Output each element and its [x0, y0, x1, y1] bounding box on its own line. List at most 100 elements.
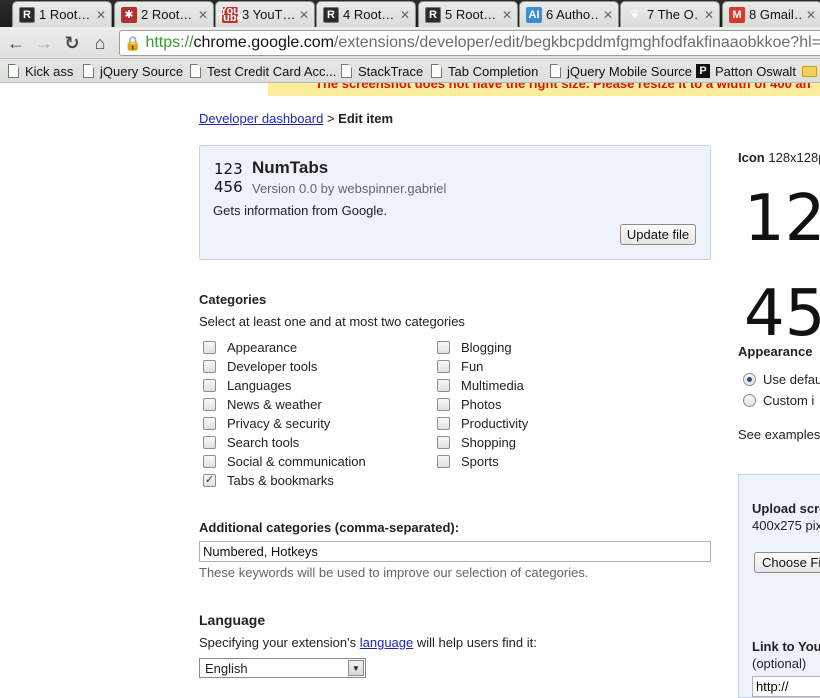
page-icon	[83, 64, 94, 78]
checkbox[interactable]	[437, 454, 450, 468]
category-checkbox[interactable]: Appearance	[203, 339, 297, 355]
link-title: Link to You	[752, 639, 820, 654]
bookmark[interactable]: Tab Completion	[431, 62, 538, 80]
reload-icon[interactable]: ↻	[60, 31, 84, 55]
checkbox[interactable]	[203, 340, 216, 354]
tab-strip: R 1 Root… ✕ ✱ 2 Root… ✕ You Tube 3 YouT… …	[0, 0, 820, 27]
close-icon[interactable]: ✕	[95, 8, 107, 22]
developer-dashboard-link[interactable]: Developer dashboard	[199, 111, 323, 126]
category-checkbox[interactable]: Privacy & security	[203, 415, 330, 431]
page-icon	[341, 64, 352, 78]
close-icon[interactable]: ✕	[703, 8, 715, 22]
checkbox[interactable]	[437, 435, 450, 449]
radio-label: Custom i	[763, 392, 815, 408]
gmail-icon: M	[729, 6, 745, 23]
language-selected-value: English	[205, 660, 248, 676]
url-host: chrome.google.com	[193, 34, 334, 51]
checkbox[interactable]	[437, 340, 450, 354]
additional-categories-input[interactable]	[199, 541, 711, 562]
category-label: Sports	[461, 453, 499, 469]
browser-tab[interactable]: M 8 Gmail… ✕	[722, 1, 820, 27]
category-checkbox[interactable]: Productivity	[437, 415, 528, 431]
checkbox-checked[interactable]: ✓	[203, 473, 216, 487]
checkbox[interactable]	[203, 416, 216, 430]
bookmark[interactable]: Kick ass	[8, 62, 73, 80]
youtube-icon: You Tube	[217, 4, 243, 24]
bookmark-label: StackTrace	[358, 63, 424, 79]
browser-tab[interactable]: ✱ 2 Root… ✕	[114, 1, 214, 27]
category-checkbox[interactable]: ✓ Tabs & bookmarks	[203, 472, 334, 488]
bookmark[interactable]: Test Credit Card Acc...	[190, 62, 336, 80]
address-bar[interactable]: 🔒 https://chrome.google.com/extensions/d…	[119, 30, 820, 56]
radio[interactable]	[743, 393, 756, 407]
icon-text-line: 123	[214, 160, 243, 178]
back-arrow-icon[interactable]: ←	[4, 31, 28, 55]
close-icon[interactable]: ✕	[805, 8, 817, 22]
category-checkbox[interactable]: Sports	[437, 453, 499, 469]
browser-tab[interactable]: R 1 Root… ✕	[12, 1, 112, 27]
browser-tab[interactable]: You Tube 3 YouT… ✕	[215, 1, 315, 27]
bookmark[interactable]: StackTrace	[341, 62, 423, 80]
category-checkbox[interactable]: Shopping	[437, 434, 516, 450]
browser-tab[interactable]: R 5 Root… ✕	[418, 1, 518, 27]
item-version: Version 0.0 by webspinner.gabriel	[252, 181, 447, 196]
checkbox[interactable]	[203, 435, 216, 449]
category-checkbox[interactable]: News & weather	[203, 396, 322, 412]
breadcrumb-current: Edit item	[338, 111, 394, 126]
forward-arrow-icon[interactable]: →	[32, 31, 56, 55]
checkbox[interactable]	[437, 416, 450, 430]
r-icon: R	[19, 6, 35, 23]
item-description: Gets information from Google.	[213, 203, 388, 218]
choose-file-button[interactable]: Choose Fi	[754, 552, 820, 573]
appearance-option-custom[interactable]: Custom i	[743, 392, 814, 408]
ai-icon: AI	[526, 6, 542, 23]
browser-tab[interactable]: R 4 Root… ✕	[316, 1, 416, 27]
category-checkbox[interactable]: Social & communication	[203, 453, 366, 469]
category-checkbox[interactable]: Search tools	[203, 434, 299, 450]
language-link[interactable]: language	[360, 635, 414, 650]
category-checkbox[interactable]: Fun	[437, 358, 483, 374]
browser-tab[interactable]: AI 6 Autho… ✕	[519, 1, 619, 27]
close-icon[interactable]: ✕	[399, 8, 411, 22]
p-logo-icon: P	[696, 64, 710, 78]
checkbox[interactable]	[203, 359, 216, 373]
tab-title: 3 YouT…	[242, 7, 294, 22]
bookmark-folder[interactable]	[802, 62, 817, 80]
bookmark[interactable]: P Patton Oswalt	[696, 62, 796, 80]
radio-selected[interactable]	[743, 372, 756, 386]
item-summary-box: 123 456 NumTabs Version 0.0 by webspinne…	[199, 145, 711, 260]
close-icon[interactable]: ✕	[501, 8, 513, 22]
category-label: Privacy & security	[227, 415, 331, 431]
category-checkbox[interactable]: Developer tools	[203, 358, 317, 374]
video-link-input[interactable]	[752, 676, 820, 697]
language-select[interactable]: English ▼	[199, 658, 366, 678]
checkbox[interactable]	[437, 359, 450, 373]
appearance-option-default[interactable]: Use defau	[743, 371, 820, 387]
category-label: Tabs & bookmarks	[227, 472, 334, 488]
category-checkbox[interactable]: Languages	[203, 377, 291, 393]
bookmark[interactable]: jQuery Mobile Source	[550, 62, 692, 80]
breadcrumb: Developer dashboard > Edit item	[199, 111, 393, 126]
checkbox[interactable]	[203, 454, 216, 468]
chevron-down-icon[interactable]: ▼	[348, 660, 364, 676]
category-checkbox[interactable]: Multimedia	[437, 377, 524, 393]
category-label: Appearance	[227, 339, 298, 355]
large-extension-icon: 12 45	[744, 172, 820, 362]
language-note-text: will help users find it:	[413, 635, 537, 650]
update-file-button[interactable]: Update file	[620, 224, 696, 245]
category-checkbox[interactable]: Blogging	[437, 339, 512, 355]
home-icon[interactable]: ⌂	[88, 31, 112, 55]
close-icon[interactable]: ✕	[602, 8, 614, 22]
bookmark[interactable]: jQuery Source	[83, 62, 183, 80]
browser-tab[interactable]: ❦ 7 The O… ✕	[620, 1, 720, 27]
checkbox[interactable]	[437, 397, 450, 411]
checkbox[interactable]	[203, 397, 216, 411]
upload-title: Upload scre	[752, 501, 820, 516]
close-icon[interactable]: ✕	[197, 8, 209, 22]
category-checkbox[interactable]: Photos	[437, 396, 501, 412]
icon-label-title: Icon	[738, 150, 765, 165]
see-examples-text: See examples	[738, 427, 820, 442]
checkbox[interactable]	[203, 378, 216, 392]
close-icon[interactable]: ✕	[298, 8, 310, 22]
checkbox[interactable]	[437, 378, 450, 392]
